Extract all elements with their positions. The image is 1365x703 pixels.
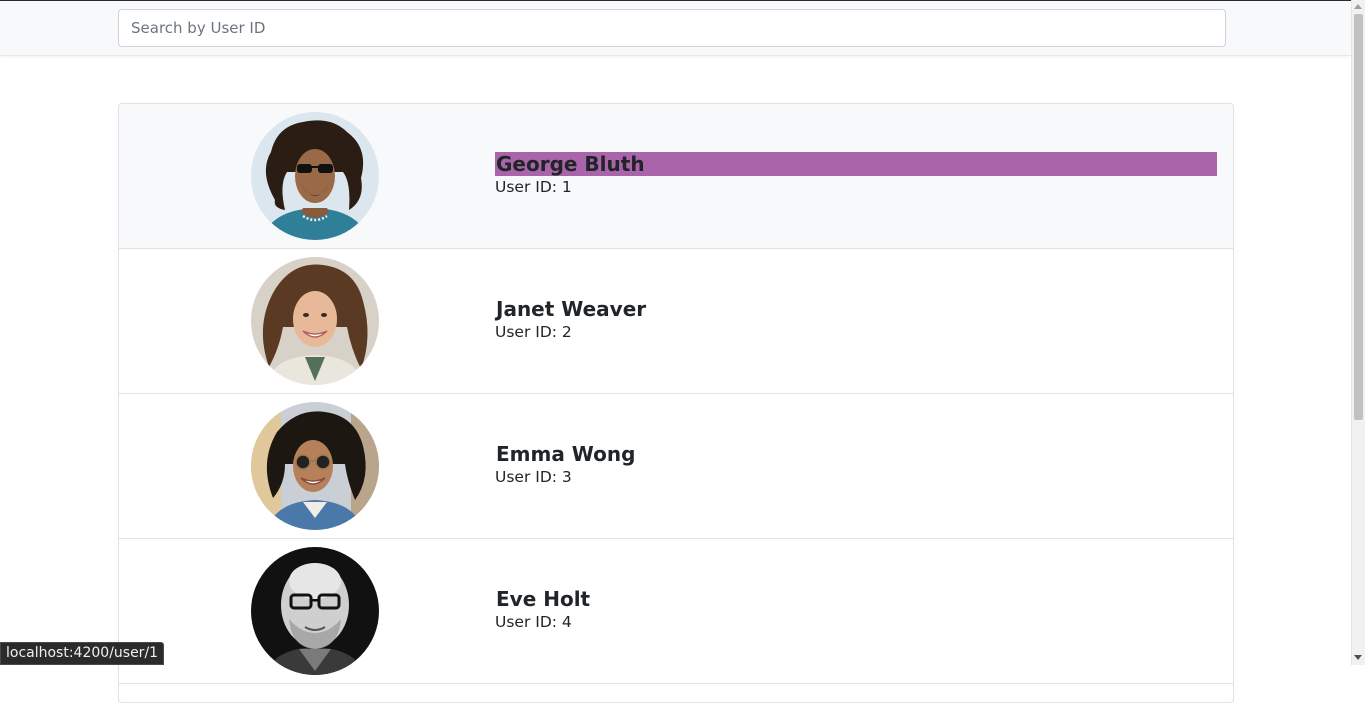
- vertical-scrollbar[interactable]: [1351, 0, 1365, 665]
- user-id-label: User ID: 1: [495, 178, 572, 196]
- user-row-3[interactable]: Emma Wong User ID: 3: [119, 394, 1233, 539]
- user-name: Emma Wong: [496, 442, 636, 466]
- user-name: George Bluth: [495, 152, 1217, 176]
- scroll-down-arrow-icon[interactable]: [1354, 655, 1362, 660]
- user-row-4[interactable]: Eve Holt User ID: 4: [119, 539, 1233, 684]
- search-input[interactable]: [118, 9, 1226, 47]
- user-id-label: User ID: 3: [495, 468, 572, 486]
- avatar: [251, 112, 379, 240]
- user-list: George Bluth User ID: 1 Janet Weaver Use…: [118, 103, 1234, 703]
- avatar: [251, 402, 379, 530]
- search-header: [0, 1, 1352, 56]
- avatar: [251, 547, 379, 675]
- user-name: Janet Weaver: [496, 297, 647, 321]
- user-row-2[interactable]: Janet Weaver User ID: 2: [119, 249, 1233, 394]
- user-name: Eve Holt: [496, 587, 591, 611]
- user-id-label: User ID: 4: [495, 613, 572, 631]
- avatar: [251, 257, 379, 385]
- user-id-label: User ID: 2: [495, 323, 572, 341]
- user-row-1[interactable]: George Bluth User ID: 1: [119, 104, 1233, 249]
- scroll-up-arrow-icon[interactable]: [1354, 4, 1362, 9]
- scrollbar-thumb[interactable]: [1354, 14, 1363, 420]
- status-bar-url: localhost:4200/user/1: [0, 642, 165, 665]
